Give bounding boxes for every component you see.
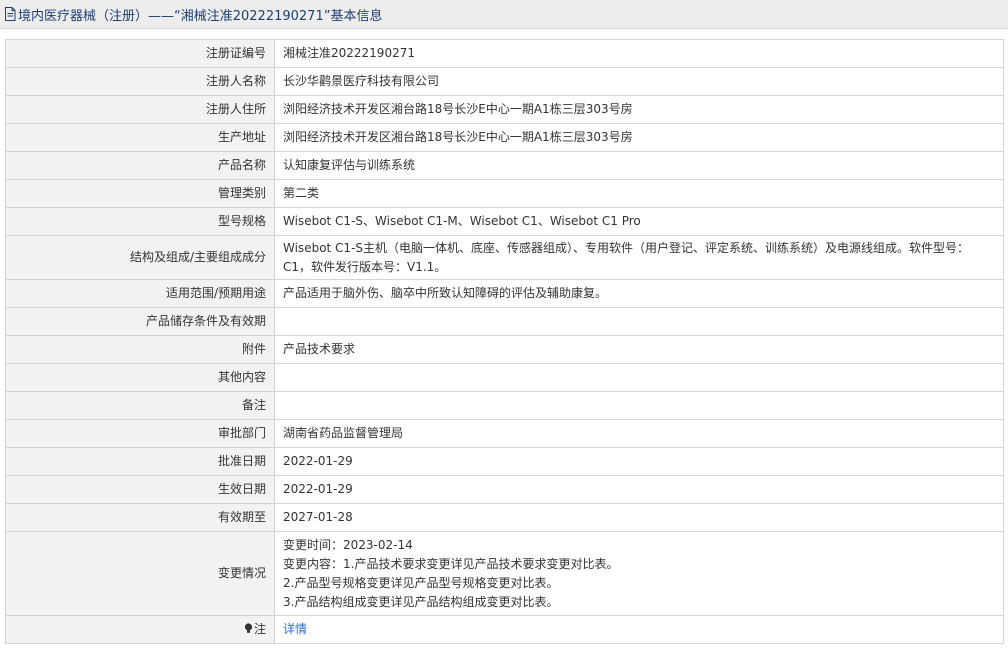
page-title-bar: 境内医疗器械（注册）——“湘械注准20222190271”基本信息 xyxy=(0,0,1008,29)
row-label: 生产地址 xyxy=(5,123,275,152)
row-label: 产品名称 xyxy=(5,151,275,180)
page-title: 境内医疗器械（注册）——“湘械注准20222190271”基本信息 xyxy=(18,8,383,24)
table-row: 结构及组成/主要组成成分 Wisebot C1-S主机（电脑一体机、底座、传感器组… xyxy=(5,235,1004,280)
table-row: 审批部门 湖南省药品监督管理局 xyxy=(5,419,1004,448)
row-label: 生效日期 xyxy=(5,475,275,504)
table-row: 产品储存条件及有效期 xyxy=(5,307,1004,336)
table-row: 注册人住所 浏阳经济技术开发区湘台路18号长沙E中心一期A1栋三层303号房 xyxy=(5,95,1004,124)
row-label: 适用范围/预期用途 xyxy=(5,279,275,308)
table-row: 型号规格 Wisebot C1-S、Wisebot C1-M、Wisebot C1… xyxy=(5,207,1004,236)
table-row: 适用范围/预期用途 产品适用于脑外伤、脑卒中所致认知障碍的评估及辅助康复。 xyxy=(5,279,1004,308)
row-label: 有效期至 xyxy=(5,503,275,532)
row-value: Wisebot C1-S、Wisebot C1-M、Wisebot C1、Wis… xyxy=(274,207,1004,236)
table-row: 生产地址 浏阳经济技术开发区湘台路18号长沙E中心一期A1栋三层303号房 xyxy=(5,123,1004,152)
row-label: 注册证编号 xyxy=(5,39,275,68)
registration-info-table: 注册证编号 湘械注准20222190271 注册人名称 长沙华鹳景医疗科技有限公司 注册… xyxy=(5,39,1004,644)
change-history-value: 变更时间：2023-02-14 变更内容：1.产品技术要求变更详见产品技术要求变更… xyxy=(274,531,1004,616)
table-row: 附件 产品技术要求 xyxy=(5,335,1004,364)
row-value xyxy=(274,391,1004,420)
row-label: 型号规格 xyxy=(5,207,275,236)
row-value: 2022-01-29 xyxy=(274,447,1004,476)
table-row: 备注 xyxy=(5,391,1004,420)
details-link[interactable]: 详情 xyxy=(283,622,307,636)
row-label: 其他内容 xyxy=(5,363,275,392)
row-label: 产品储存条件及有效期 xyxy=(5,307,275,336)
note-label: 注 xyxy=(253,622,266,636)
change-history-line: 变更内容：1.产品技术要求变更详见产品技术要求变更对比表。 xyxy=(283,556,619,571)
table-row: 生效日期 2022-01-29 xyxy=(5,475,1004,504)
table-row-note: 注 详情 xyxy=(5,615,1004,644)
table-row: 注册人名称 长沙华鹳景医疗科技有限公司 xyxy=(5,67,1004,96)
row-value: 湖南省药品监督管理局 xyxy=(274,419,1004,448)
change-history-line: 3.产品结构组成变更详见产品结构组成变更对比表。 xyxy=(283,594,559,609)
row-value: 2022-01-29 xyxy=(274,475,1004,504)
row-value: 浏阳经济技术开发区湘台路18号长沙E中心一期A1栋三层303号房 xyxy=(274,123,1004,152)
row-value: Wisebot C1-S主机（电脑一体机、底座、传感器组成）、专用软件（用户登记… xyxy=(274,235,1004,280)
row-value: 认知康复评估与训练系统 xyxy=(274,151,1004,180)
table-row: 管理类别 第二类 xyxy=(5,179,1004,208)
row-value xyxy=(274,363,1004,392)
row-value: 产品技术要求 xyxy=(274,335,1004,364)
row-label: 附件 xyxy=(5,335,275,364)
row-label: 结构及组成/主要组成成分 xyxy=(5,235,275,280)
row-label: 审批部门 xyxy=(5,419,275,448)
note-value: 详情 xyxy=(274,615,1004,644)
row-value: 长沙华鹳景医疗科技有限公司 xyxy=(274,67,1004,96)
row-label: 注册人住所 xyxy=(5,95,275,124)
row-label: 注册人名称 xyxy=(5,67,275,96)
row-label: 备注 xyxy=(5,391,275,420)
change-history-label: 变更情况 xyxy=(5,531,275,616)
row-label: 批准日期 xyxy=(5,447,275,476)
row-value: 第二类 xyxy=(274,179,1004,208)
table-row: 其他内容 xyxy=(5,363,1004,392)
row-value: 产品适用于脑外伤、脑卒中所致认知障碍的评估及辅助康复。 xyxy=(274,279,1004,308)
change-history-line: 2.产品型号规格变更详见产品型号规格变更对比表。 xyxy=(283,575,559,590)
row-value: 2027-01-28 xyxy=(274,503,1004,532)
row-value: 浏阳经济技术开发区湘台路18号长沙E中心一期A1栋三层303号房 xyxy=(274,95,1004,124)
table-row: 产品名称 认知康复评估与训练系统 xyxy=(5,151,1004,180)
document-icon xyxy=(5,7,16,21)
table-row: 有效期至 2027-01-28 xyxy=(5,503,1004,532)
row-label: 管理类别 xyxy=(5,179,275,208)
table-row-change-history: 变更情况 变更时间：2023-02-14 变更内容：1.产品技术要求变更详见产品技术… xyxy=(5,531,1004,616)
row-value: 湘械注准20222190271 xyxy=(274,39,1004,68)
table-row: 批准日期 2022-01-29 xyxy=(5,447,1004,476)
row-value xyxy=(274,307,1004,336)
change-history-line: 变更时间：2023-02-14 xyxy=(283,537,413,552)
lightbulb-icon xyxy=(244,623,253,633)
info-table-container: 注册证编号 湘械注准20222190271 注册人名称 长沙华鹳景医疗科技有限公司 注册… xyxy=(5,39,1004,644)
note-label-cell: 注 xyxy=(5,615,275,644)
table-row: 注册证编号 湘械注准20222190271 xyxy=(5,39,1004,68)
